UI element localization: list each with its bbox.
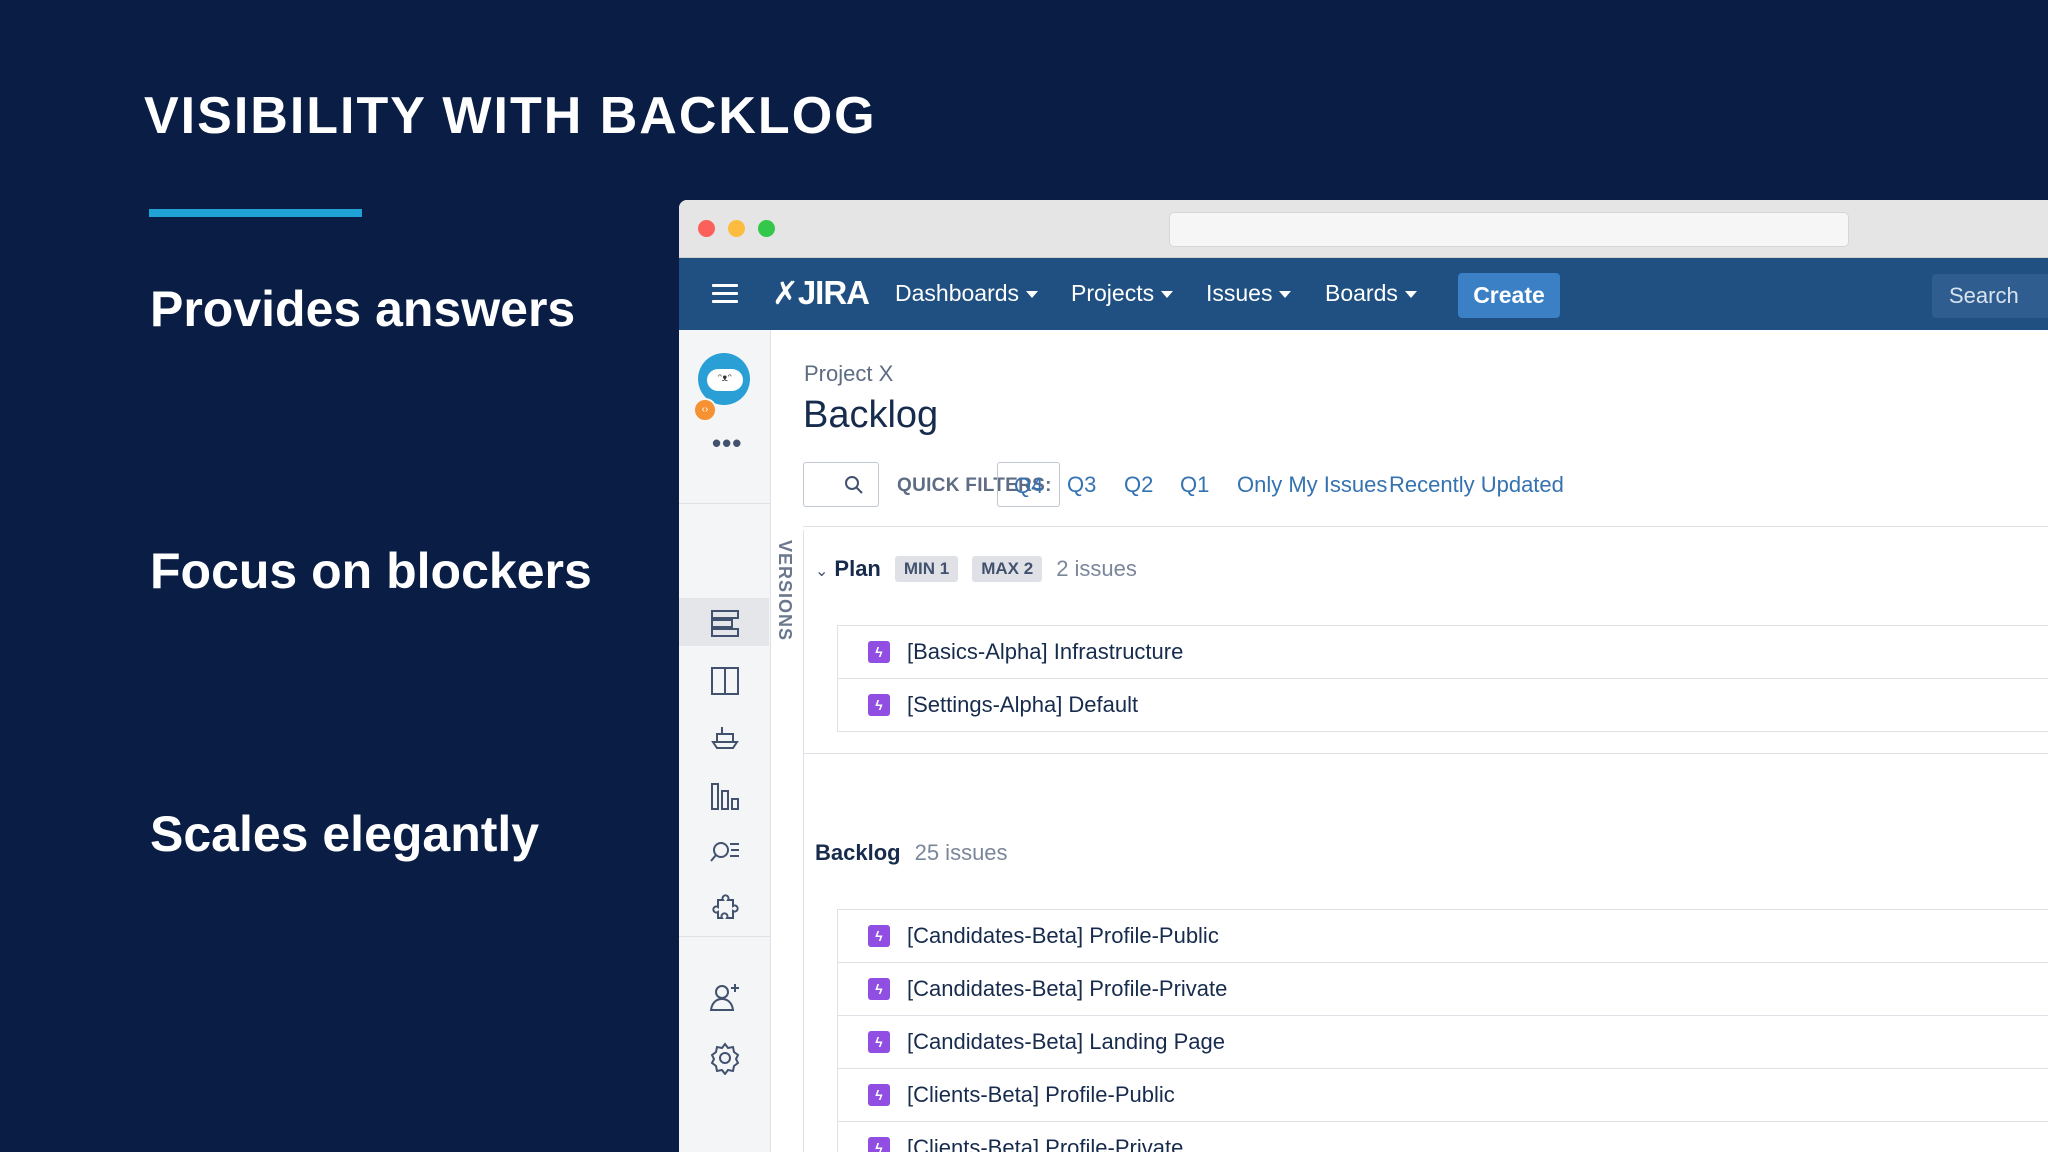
issue-summary: [Basics-Alpha] Infrastructure [907, 639, 1184, 664]
epic-icon: ϟ [868, 641, 890, 663]
epic-icon: ϟ [868, 1137, 890, 1152]
issue-summary: [Settings-Alpha] Default [907, 692, 1139, 717]
epic-icon: ϟ [868, 1084, 890, 1106]
jira-logo-text: JIRA [797, 274, 870, 311]
issue-filter-input[interactable] [803, 462, 879, 507]
nav-projects-label: Projects [1071, 280, 1155, 306]
create-button[interactable]: Create [1458, 273, 1560, 318]
issue-row[interactable]: ϟ [Settings-Alpha] Default [838, 679, 2048, 732]
cloud-face-icon: ᵔᴥᵔ [718, 373, 732, 384]
content-divider [803, 753, 2048, 754]
chevron-down-icon [1026, 291, 1039, 299]
quick-filter-q1[interactable]: Q1 [1180, 462, 1209, 507]
releases-icon[interactable] [708, 720, 742, 754]
nav-dashboards-label: Dashboards [895, 280, 1020, 306]
addons-icon[interactable] [708, 892, 742, 926]
window-titlebar [679, 200, 2048, 258]
chevron-down-icon [1161, 291, 1174, 299]
sidebar-divider [679, 503, 770, 504]
maximize-window-button[interactable] [758, 220, 775, 237]
board-icon[interactable] [708, 664, 742, 698]
slide-title: VISIBILITY WITH BACKLOG [144, 87, 877, 145]
sprint-issue-count: 2 issues [1056, 556, 1137, 581]
epic-icon: ϟ [868, 978, 890, 1000]
minimize-window-button[interactable] [728, 220, 745, 237]
issue-row[interactable]: ϟ [Clients-Beta] Profile-Private [838, 1122, 2048, 1152]
issue-row[interactable]: ϟ [Basics-Alpha] Infrastructure [838, 626, 2048, 679]
issue-row[interactable]: ϟ [Candidates-Beta] Landing Page [838, 1016, 2048, 1069]
backlog-header[interactable]: Backlog 25 issues [815, 840, 1008, 866]
address-bar[interactable] [1169, 212, 1849, 247]
quick-filter-q4[interactable]: Q4 [997, 462, 1061, 507]
title-accent-bar [149, 209, 362, 217]
backlog-icon[interactable] [708, 606, 742, 640]
jira-logo[interactable]: ✗JIRA [772, 274, 870, 312]
sprint-issue-list: ϟ [Basics-Alpha] Infrastructure ϟ [Setti… [837, 625, 2048, 732]
issue-summary: [Clients-Beta] Profile-Public [907, 1082, 1175, 1107]
nav-boards[interactable]: Boards [1325, 280, 1417, 307]
backlog-content: Project X Backlog QUICK FILTERS: Q4 Q3 Q… [771, 330, 2048, 1152]
nav-issues[interactable]: Issues [1206, 280, 1292, 307]
nav-issues-label: Issues [1206, 280, 1273, 306]
sidebar-divider [679, 936, 770, 937]
quick-filter-recently-updated[interactable]: Recently Updated [1389, 462, 1564, 507]
sprint-name: Plan [834, 556, 881, 581]
issue-row[interactable]: ϟ [Candidates-Beta] Profile-Public [838, 910, 2048, 963]
issue-summary: [Candidates-Beta] Profile-Public [907, 923, 1219, 948]
more-icon[interactable]: ••• [712, 428, 742, 459]
issue-summary: [Clients-Beta] Profile-Private [907, 1135, 1184, 1152]
settings-icon[interactable] [708, 1041, 742, 1076]
nav-projects[interactable]: Projects [1071, 280, 1174, 307]
max-lozenge: MAX 2 [972, 556, 1043, 582]
issue-row[interactable]: ϟ [Candidates-Beta] Profile-Private [838, 963, 2048, 1016]
min-lozenge: MIN 1 [894, 556, 959, 582]
chevron-down-icon [1404, 291, 1417, 299]
breadcrumb[interactable]: Project X [804, 361, 893, 387]
menu-icon[interactable] [712, 284, 738, 304]
issues-search-icon[interactable] [708, 834, 742, 868]
epic-icon: ϟ [868, 694, 890, 716]
project-sidebar: ᵔᴥᵔ ‹› ••• [679, 330, 771, 1152]
nav-dashboards[interactable]: Dashboards [895, 280, 1039, 307]
point-focus-on-blockers: Focus on blockers [150, 543, 592, 599]
nav-boards-label: Boards [1325, 280, 1398, 306]
issue-summary: [Candidates-Beta] Profile-Private [907, 976, 1228, 1001]
close-window-button[interactable] [698, 220, 715, 237]
reports-icon[interactable] [708, 779, 742, 813]
quick-filter-only-my-issues[interactable]: Only My Issues [1237, 462, 1387, 507]
epic-icon: ϟ [868, 1031, 890, 1053]
sprint-header[interactable]: ⌄ Plan MIN 1 MAX 2 2 issues [815, 556, 1137, 582]
issue-summary: [Candidates-Beta] Landing Page [907, 1029, 1226, 1054]
point-provides-answers: Provides answers [150, 281, 576, 337]
code-badge-icon: ‹› [693, 398, 717, 422]
backlog-issue-list: ϟ [Candidates-Beta] Profile-Public ϟ [Ca… [837, 909, 2048, 1152]
point-scales-elegantly: Scales elegantly [150, 806, 540, 862]
quick-filter-q3[interactable]: Q3 [1067, 462, 1096, 507]
epic-icon: ϟ [868, 925, 890, 947]
search-input[interactable]: Search [1932, 274, 2048, 318]
jira-logo-icon: ✗ [772, 275, 799, 311]
backlog-name: Backlog [815, 840, 901, 865]
quick-filter-q2[interactable]: Q2 [1124, 462, 1153, 507]
jira-navbar: ✗JIRA Dashboards Projects Issues Boards … [679, 258, 2048, 330]
search-icon [845, 476, 863, 494]
issue-row[interactable]: ϟ [Clients-Beta] Profile-Public [838, 1069, 2048, 1122]
browser-window: ✗JIRA Dashboards Projects Issues Boards … [679, 200, 2048, 1152]
content-divider [803, 526, 2048, 527]
chevron-down-icon[interactable]: ⌄ [815, 561, 828, 581]
page-title: Backlog [803, 394, 939, 436]
chevron-down-icon [1279, 291, 1292, 299]
backlog-issue-count: 25 issues [914, 840, 1008, 865]
add-user-icon[interactable] [708, 980, 742, 1014]
